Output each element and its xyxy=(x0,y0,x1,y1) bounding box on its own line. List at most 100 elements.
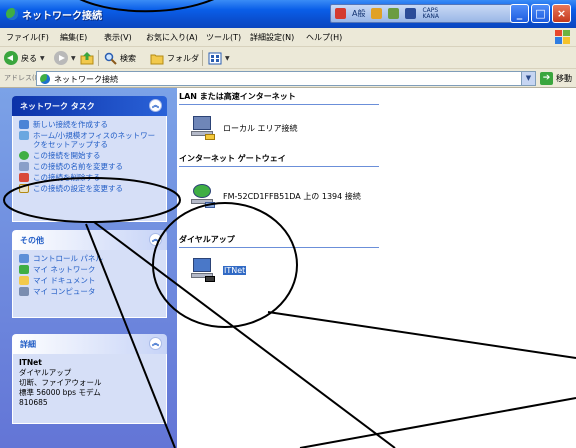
connection-local-area[interactable]: ローカル エリア接続 xyxy=(189,114,298,142)
ime-mode[interactable]: A般 xyxy=(352,8,365,19)
connections-list: LAN または高速インターネット ローカル エリア接続 インターネット ゲートウ… xyxy=(177,88,576,448)
connection-label: FM-52CD1FFB51DA 上の 1394 接続 xyxy=(223,191,361,201)
task-start-connection[interactable]: この接続を開始する xyxy=(19,151,160,160)
close-button[interactable]: × xyxy=(552,4,571,23)
task-change-settings[interactable]: この接続の設定を変更する xyxy=(19,184,160,193)
rename-icon xyxy=(19,162,29,171)
collapse-chevron-icon[interactable]: ︽ xyxy=(149,99,162,112)
dialup-connection-icon xyxy=(189,256,217,284)
maximize-button[interactable]: □ xyxy=(531,4,550,23)
back-label: 戻る xyxy=(21,53,37,63)
details-type: ダイヤルアップ xyxy=(19,368,72,377)
connection-1394[interactable]: FM-52CD1FFB51DA 上の 1394 接続 xyxy=(189,182,361,210)
connection-itnet[interactable]: ITNet xyxy=(189,256,247,284)
group-lan-header: LAN または高速インターネット xyxy=(179,91,379,105)
search-label: 検索 xyxy=(120,53,136,63)
task-label: この接続を開始する xyxy=(33,151,101,160)
home-network-icon xyxy=(19,131,29,140)
menu-file[interactable]: ファイル(F) xyxy=(6,32,49,43)
link-my-network[interactable]: マイ ネットワーク xyxy=(19,265,160,274)
task-rename-connection[interactable]: この接続の名前を変更する xyxy=(19,162,160,171)
task-delete-connection[interactable]: この接続を削除する xyxy=(19,173,160,182)
link-control-panel[interactable]: コントロール パネル xyxy=(19,254,160,263)
up-folder-button[interactable] xyxy=(80,50,94,66)
my-computer-icon xyxy=(19,287,29,296)
task-label: 新しい接続を作成する xyxy=(33,120,108,129)
details-status: 切断、ファイアウォール xyxy=(19,378,102,387)
collapse-chevron-icon[interactable]: ︽ xyxy=(149,337,162,350)
other-places-list: コントロール パネル マイ ネットワーク マイ ドキュメント マイ コンピュータ xyxy=(12,250,167,318)
details-device: 標準 56000 bps モデム xyxy=(19,388,101,397)
back-button[interactable]: 戻る ▼ xyxy=(4,50,45,66)
menu-tools[interactable]: ツール(T) xyxy=(206,32,241,43)
forward-button[interactable]: ▼ xyxy=(54,50,76,66)
properties-icon xyxy=(19,184,29,193)
link-label: コントロール パネル xyxy=(33,254,103,263)
standard-toolbar: 戻る ▼ ▼ 検索 フォルダ ▼ xyxy=(0,47,576,69)
ime-tool-icon[interactable] xyxy=(388,8,400,19)
task-label: この接続の設定を変更する xyxy=(33,184,123,193)
address-value: ネットワーク接続 xyxy=(54,75,118,84)
search-icon xyxy=(104,52,117,65)
address-bar: アドレス(D) ネットワーク接続 ▼ ➔ 移動 xyxy=(0,69,576,88)
group-gateway-header: インターネット ゲートウェイ xyxy=(179,153,379,167)
go-button[interactable]: ➔ 移動 xyxy=(540,71,572,86)
link-label: マイ ドキュメント xyxy=(33,276,96,285)
task-label: ホーム/小規模オフィスのネットワークをセットアップする xyxy=(33,131,156,149)
address-dropdown-icon[interactable]: ▼ xyxy=(521,72,535,85)
menu-favorites[interactable]: お気に入り(A) xyxy=(146,32,198,43)
toolbar-separator xyxy=(202,50,203,66)
title-bar[interactable]: ネットワーク接続 A般 CAPS KANA _ □ × xyxy=(0,0,576,28)
forward-dropdown-icon[interactable]: ▼ xyxy=(71,55,76,62)
link-my-computer[interactable]: マイ コンピュータ xyxy=(19,287,160,296)
ime-help-icon[interactable] xyxy=(405,8,417,19)
my-documents-icon xyxy=(19,276,29,285)
connection-label: ローカル エリア接続 xyxy=(223,123,298,133)
other-places-title: その他 xyxy=(20,236,44,245)
details-title: 詳細 xyxy=(20,340,36,349)
folders-button[interactable]: フォルダ xyxy=(150,50,199,66)
up-folder-icon xyxy=(80,52,94,65)
back-arrow-icon xyxy=(4,51,18,65)
ime-language-bar[interactable]: A般 CAPS KANA xyxy=(330,4,526,23)
forward-arrow-icon xyxy=(54,51,68,65)
control-panel-icon xyxy=(19,254,29,263)
network-tasks-title: ネットワーク タスク xyxy=(20,102,95,111)
details-panel: ITNet ダイヤルアップ 切断、ファイアウォール 標準 56000 bps モ… xyxy=(12,354,167,424)
menu-edit[interactable]: 編集(E) xyxy=(60,32,87,43)
delete-icon xyxy=(19,173,29,182)
details-header[interactable]: 詳細 ︽ xyxy=(12,334,167,354)
menu-help[interactable]: ヘルプ(H) xyxy=(306,32,342,43)
lan-connection-icon xyxy=(189,114,217,142)
task-create-connection[interactable]: 新しい接続を作成する xyxy=(19,120,160,129)
address-input[interactable]: ネットワーク接続 ▼ xyxy=(36,71,536,86)
menu-view[interactable]: 表示(V) xyxy=(104,32,132,43)
menu-advanced[interactable]: 詳細設定(N) xyxy=(250,32,294,43)
minimize-button[interactable]: _ xyxy=(510,4,529,23)
connection-label-selected: ITNet xyxy=(223,265,247,275)
views-button[interactable]: ▼ xyxy=(208,50,230,66)
globe-icon xyxy=(19,151,29,160)
other-places-header[interactable]: その他 ︽ xyxy=(12,230,167,250)
ime-icon[interactable] xyxy=(335,8,346,19)
task-label: この接続の名前を変更する xyxy=(33,162,123,171)
new-connection-icon xyxy=(19,120,29,129)
network-tasks-header[interactable]: ネットワーク タスク ︽ xyxy=(12,96,167,116)
task-home-network-setup[interactable]: ホーム/小規模オフィスのネットワークをセットアップする xyxy=(19,131,160,149)
windows-logo-icon xyxy=(555,30,570,44)
toolbar-separator xyxy=(98,50,99,66)
gateway-connection-icon xyxy=(189,182,217,210)
network-connections-icon xyxy=(6,8,18,20)
back-dropdown-icon[interactable]: ▼ xyxy=(40,55,45,62)
go-arrow-icon: ➔ xyxy=(540,72,553,85)
details-name: ITNet xyxy=(19,358,42,367)
ime-pad-icon[interactable] xyxy=(371,8,383,19)
group-dialup-header: ダイヤルアップ xyxy=(179,234,379,248)
search-button[interactable]: 検索 xyxy=(104,50,136,66)
link-my-documents[interactable]: マイ ドキュメント xyxy=(19,276,160,285)
go-label: 移動 xyxy=(556,74,572,83)
window-title: ネットワーク接続 xyxy=(22,11,102,22)
views-dropdown-icon[interactable]: ▼ xyxy=(225,55,230,62)
link-label: マイ ネットワーク xyxy=(33,265,96,274)
collapse-chevron-icon[interactable]: ︽ xyxy=(149,233,162,246)
